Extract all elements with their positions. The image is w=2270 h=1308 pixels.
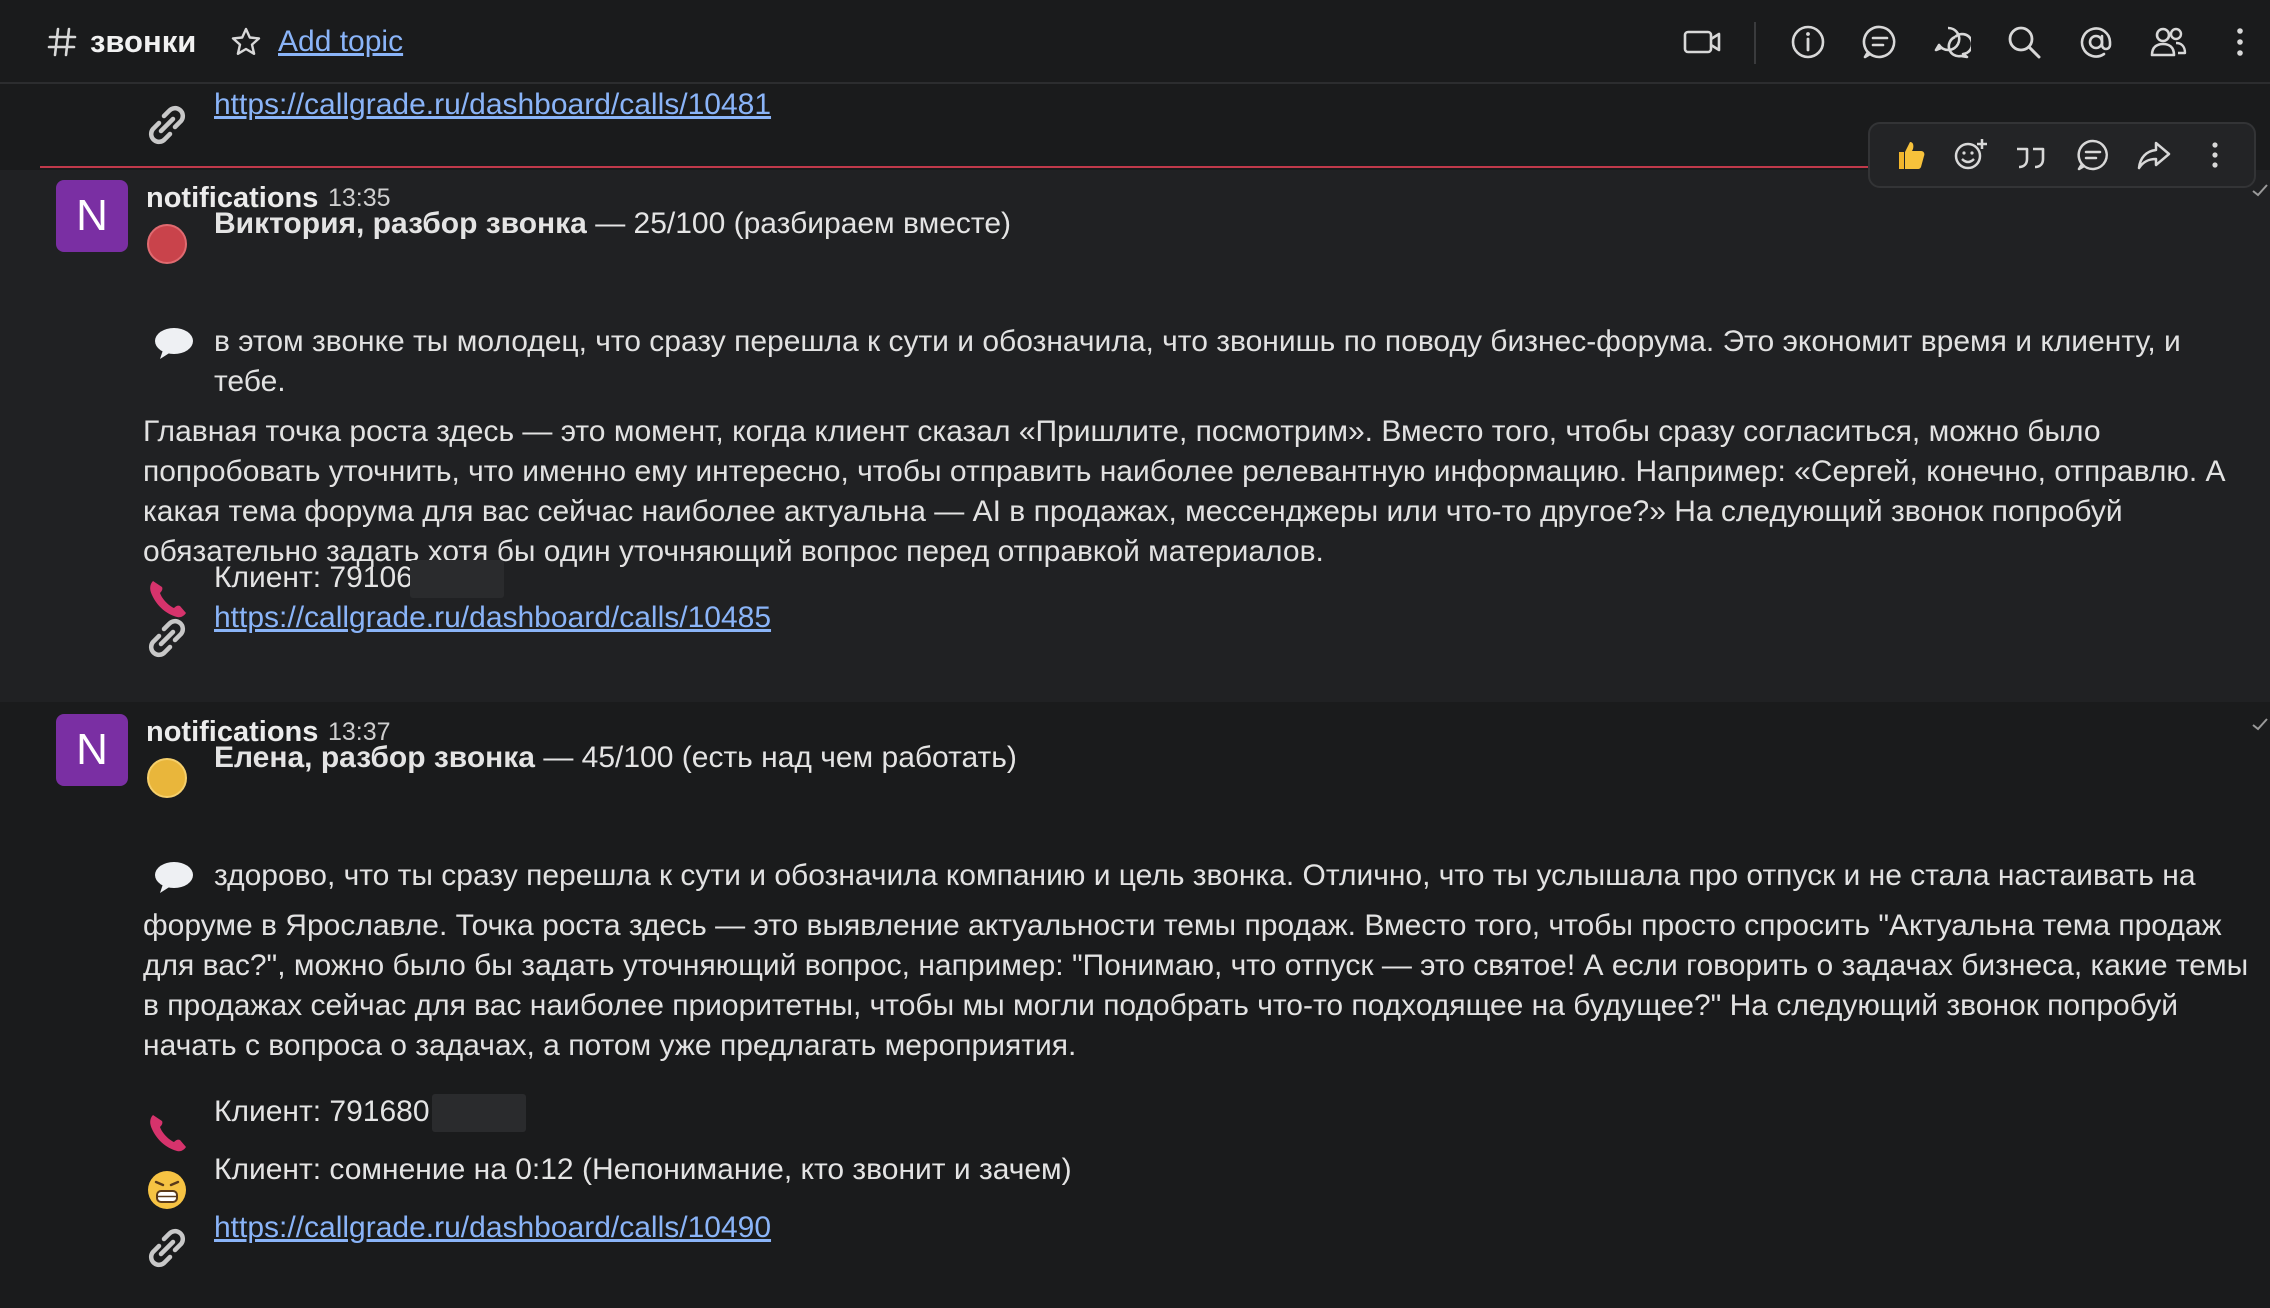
room-options-button[interactable] xyxy=(2220,22,2260,62)
red-circle-icon xyxy=(147,224,187,264)
reply-thread-icon xyxy=(2077,139,2108,171)
message[interactable]: N notifications 13:37 Елена, разбор звон… xyxy=(0,704,2270,1308)
message-action-bar xyxy=(1868,122,2256,188)
avatar[interactable]: N xyxy=(56,180,128,252)
link-icon xyxy=(148,618,186,658)
client-phone: Клиент: 791680 xyxy=(214,1094,430,1128)
feedback-line: в продажах сейчас для вас наиболее приор… xyxy=(143,989,2178,1022)
feedback-first-line: в этом звонке ты молодец, что сразу пере… xyxy=(214,325,2181,398)
members-icon xyxy=(2150,27,2187,57)
call-link[interactable]: https://callgrade.ru/dashboard/calls/104… xyxy=(214,86,771,125)
link-icon xyxy=(148,105,186,145)
speech-bubble-icon xyxy=(155,328,193,359)
members-button[interactable] xyxy=(2148,22,2188,62)
forward-icon xyxy=(2137,141,2171,170)
room-info-button[interactable] xyxy=(1788,22,1828,62)
add-topic-link[interactable]: Add topic xyxy=(278,22,403,62)
yellow-circle-icon xyxy=(147,758,187,798)
kebab-menu-icon xyxy=(2237,28,2243,56)
phone-icon xyxy=(150,1115,186,1152)
feedback-line: начать с вопроса о задачах, а потом уже … xyxy=(143,1029,1077,1062)
feedback-line: какая тема форума для вас сейчас наиболе… xyxy=(143,495,2123,528)
hash-icon xyxy=(47,27,77,57)
react-thumbs-up-button[interactable] xyxy=(1885,131,1933,179)
feedback-line: форуме в Ярославле. Точка роста здесь — … xyxy=(143,909,2222,942)
header-divider xyxy=(1754,22,1756,64)
feedback-first-line: здорово, что ты сразу перешла к сути и о… xyxy=(214,859,2196,892)
room-header: звонки Add topic xyxy=(0,0,2270,84)
quote-icon xyxy=(2017,147,2045,169)
score-title-bold: Виктория, разбор звонка xyxy=(214,207,587,240)
mentions-icon xyxy=(2080,27,2112,58)
thumbs-up-icon xyxy=(1898,142,1925,169)
more-icon xyxy=(2212,142,2218,168)
video-call-button[interactable] xyxy=(1682,22,1722,62)
reply-in-thread-button[interactable] xyxy=(2069,131,2117,179)
client-phone: Клиент: 791068 xyxy=(214,560,430,594)
feedback-line: попробовать уточнить, что именно ему инт… xyxy=(143,455,2226,488)
read-receipt-icon xyxy=(2252,718,2268,731)
discussion-button[interactable] xyxy=(1932,22,1972,62)
threads-button[interactable] xyxy=(1860,22,1900,62)
add-reaction-icon xyxy=(1954,139,1987,170)
quote-button[interactable] xyxy=(2007,131,2055,179)
discussion-icon xyxy=(1934,26,1971,59)
score-title-rest: — 45/100 (есть над чем работать) xyxy=(535,741,1017,774)
redacted-block xyxy=(409,560,504,599)
timeline: https://callgrade.ru/dashboard/calls/104… xyxy=(0,86,2270,1308)
feedback-text: в этом звонке ты молодец, что сразу пере… xyxy=(143,322,2253,572)
channel-name[interactable]: звонки xyxy=(90,22,196,62)
unread-marker xyxy=(40,166,1890,168)
anguished-face-icon xyxy=(148,1171,186,1209)
speech-bubble-icon xyxy=(155,862,193,893)
add-reaction-button[interactable] xyxy=(1946,131,1994,179)
message[interactable]: N notifications 13:35 Виктория, разбор з… xyxy=(0,170,2270,702)
video-call-icon xyxy=(1683,30,1721,54)
call-link[interactable]: https://callgrade.ru/dashboard/calls/104… xyxy=(214,598,771,638)
mentions-button[interactable] xyxy=(2076,22,2116,62)
more-options-button[interactable] xyxy=(2191,131,2239,179)
redacted-block xyxy=(431,1094,526,1133)
feedback-line: для вас?", можно было бы задать уточняющ… xyxy=(143,949,2249,982)
call-link[interactable]: https://callgrade.ru/dashboard/calls/104… xyxy=(214,1208,771,1248)
feedback-line: Главная точка роста здесь — это момент, … xyxy=(143,415,2101,448)
forward-button[interactable] xyxy=(2130,131,2178,179)
star-icon[interactable] xyxy=(230,26,262,58)
info-icon xyxy=(1791,25,1825,59)
search-button[interactable] xyxy=(2004,22,2044,62)
score-title-rest: — 25/100 (разбираем вместе) xyxy=(586,207,1012,240)
link-icon xyxy=(148,1228,186,1268)
threads-icon xyxy=(1862,25,1896,59)
score-title-bold: Елена, разбор звонка xyxy=(214,741,535,774)
feedback-text: здорово, что ты сразу перешла к сути и о… xyxy=(143,856,2253,1066)
client-doubt: Клиент: сомнение на 0:12 (Непонимание, к… xyxy=(214,1153,1072,1186)
avatar[interactable]: N xyxy=(56,714,128,786)
search-icon xyxy=(2008,26,2041,59)
